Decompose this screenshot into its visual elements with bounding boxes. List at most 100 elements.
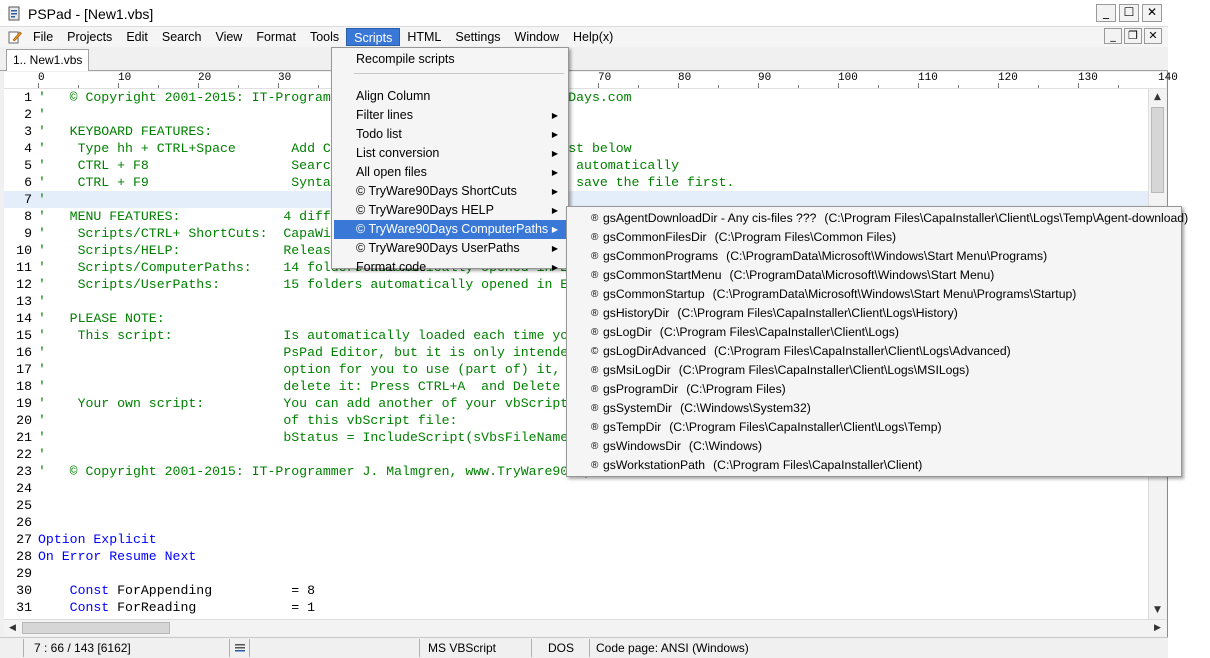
comment-token: ' of this vbScript file: — [38, 413, 458, 428]
code-line[interactable]: 25 — [4, 497, 1148, 514]
code-line[interactable]: 30 Const ForAppending = 8 — [4, 582, 1148, 599]
menu-settings[interactable]: Settings — [448, 28, 507, 46]
tab-new1-vbs[interactable]: 1.. New1.vbs — [6, 49, 90, 71]
scroll-right-arrow-icon[interactable]: ▶ — [1149, 620, 1166, 636]
code-line[interactable]: 6' CTRL + F9 Syntax check of the file - … — [4, 174, 1148, 191]
scroll-up-arrow-icon[interactable]: ▲ — [1149, 89, 1166, 106]
document-minimize-button[interactable]: _ — [1104, 28, 1122, 44]
ruler-tick — [998, 83, 999, 88]
ruler-tick — [638, 85, 639, 88]
menu-view[interactable]: View — [208, 28, 249, 46]
status-list-icon[interactable] — [232, 639, 250, 657]
ruler-tick — [278, 83, 279, 88]
computerpath-menu-item[interactable]: ® gsCommonPrograms (C:\ProgramData\Microso… — [569, 247, 1179, 266]
menu-tools[interactable]: Tools — [303, 28, 346, 46]
line-number: 7 — [24, 192, 32, 207]
scripts-menu-item[interactable]: © TryWare90Days ShortCuts ▶ — [334, 182, 566, 201]
line-number: 27 — [16, 532, 32, 547]
computerpath-menu-item[interactable]: ® gsProgramDir (C:\Program Files) — [569, 380, 1179, 399]
ruler-tick — [1118, 85, 1119, 88]
code-line[interactable]: 26 — [4, 514, 1148, 531]
line-number: 9 — [24, 226, 32, 241]
horizontal-scroll-thumb[interactable] — [22, 622, 170, 634]
menu-file[interactable]: File — [26, 28, 60, 46]
scroll-left-arrow-icon[interactable]: ◀ — [4, 620, 21, 636]
computerpath-menu-item[interactable]: ® gsCommonStartup (C:\ProgramData\Microsof… — [569, 285, 1179, 304]
menu-html[interactable]: HTML — [400, 28, 448, 46]
computerpath-menu-item[interactable]: ® gsWindowsDir (C:\Windows) — [569, 437, 1179, 456]
menu-window[interactable]: Window — [508, 28, 566, 46]
code-line[interactable]: 3 ' KEYBOARD FEATURES: — [4, 123, 1148, 140]
code-text: ' bStatus = IncludeScript(sVbsFileName) — [38, 429, 576, 446]
maximize-button[interactable]: ☐ — [1119, 4, 1139, 22]
status-spacer-2 — [252, 639, 420, 657]
path-variable-name: gsHistoryDir — [603, 306, 670, 320]
menu-format[interactable]: Format — [249, 28, 303, 46]
horizontal-scrollbar[interactable]: ◀ ▶ — [4, 619, 1166, 636]
menu-search[interactable]: Search — [155, 28, 209, 46]
code-line[interactable]: 29 — [4, 565, 1148, 582]
scripts-menu-item[interactable]: All open files ▶ — [334, 163, 566, 182]
code-line[interactable]: 5' CTRL + F8 Search CapaWiki - it will b… — [4, 157, 1148, 174]
scripts-menu-item[interactable]: Recompile scripts — [334, 50, 566, 69]
scripts-menu-item[interactable]: © TryWare90Days UserPaths ▶ — [334, 239, 566, 258]
submenu-arrow-icon: ▶ — [551, 187, 558, 196]
menu-edit[interactable]: Edit — [119, 28, 155, 46]
code-line[interactable]: 28 On Error Resume Next — [4, 548, 1148, 565]
title-bar[interactable]: PSPad - [New1.vbs] _ ☐ ✕ — [0, 0, 1168, 27]
code-line[interactable]: 27 Option Explicit — [4, 531, 1148, 548]
ruler-tick — [118, 83, 119, 88]
ruler-tick — [958, 85, 959, 88]
scripts-menu-item[interactable]: Filter lines ▶ — [334, 106, 566, 125]
computerpath-menu-item[interactable]: ® gsCommonFilesDir (C:\Program Files\Commo… — [569, 228, 1179, 247]
code-line[interactable]: 31 Const ForReading = 1 — [4, 599, 1148, 616]
code-line[interactable]: 24 — [4, 480, 1148, 497]
close-button[interactable]: ✕ — [1142, 4, 1162, 22]
vertical-scroll-thumb[interactable] — [1151, 107, 1164, 193]
submenu-arrow-icon: ▶ — [551, 149, 558, 158]
submenu-arrow-icon: ▶ — [551, 263, 558, 272]
document-edit-icon[interactable] — [8, 30, 22, 44]
code-line[interactable]: 2 ' — [4, 106, 1148, 123]
menu-item-label: Align Column — [356, 89, 431, 103]
ruler-label: 30 — [278, 72, 292, 84]
scroll-down-arrow-icon[interactable]: ▼ — [1149, 602, 1166, 619]
scripts-menu-item[interactable]: Align Column — [334, 87, 566, 106]
computerpath-menu-item[interactable]: ® gsMsiLogDir (C:\Program Files\CapaInstal… — [569, 361, 1179, 380]
code-line[interactable]: 4' Type hh + CTRL+Space Add CapaWiki hyp… — [4, 140, 1148, 157]
ruler-label: 130 — [1078, 72, 1098, 84]
ruler-tick — [878, 85, 879, 88]
computerpath-menu-item[interactable]: ® gsAgentDownloadDir - Any cis-files ??? (… — [569, 209, 1188, 228]
document-restore-button[interactable]: ❐ — [1124, 28, 1142, 44]
comment-token: ' KEYBOARD FEATURES: — [38, 124, 213, 139]
registered-mark-icon: © — [591, 346, 599, 357]
computerpath-menu-item[interactable]: ® gsSystemDir (C:\Windows\System32) — [569, 399, 1179, 418]
computerpath-menu-item[interactable]: ® gsTempDir (C:\Program Files\CapaInstalle… — [569, 418, 1179, 437]
computerpath-menu-item[interactable]: ® gsWorkstationPath (C:\Program Files\Capa… — [569, 456, 1179, 475]
menu-projects[interactable]: Projects — [60, 28, 119, 46]
document-close-button[interactable]: ✕ — [1144, 28, 1162, 44]
scripts-menu-item[interactable]: © TryWare90Days ComputerPaths ▶ — [334, 220, 566, 239]
scripts-menu-item[interactable]: List conversion ▶ — [334, 144, 566, 163]
status-codepage[interactable]: Code page: ANSI (Windows) — [592, 639, 1166, 657]
registered-mark-icon: ® — [591, 308, 599, 319]
computerpath-menu-item[interactable]: ® gsCommonStartMenu (C:\ProgramData\Micros… — [569, 266, 1179, 285]
computerpath-menu-item[interactable]: ® gsHistoryDir (C:\Program Files\CapaInsta… — [569, 304, 1179, 323]
minimize-button[interactable]: _ — [1096, 4, 1116, 22]
registered-mark-icon: ® — [591, 289, 599, 300]
path-value: (C:\Program Files\CapaInstaller\Client\L… — [659, 325, 899, 339]
scripts-menu-item[interactable]: Format code ▶ — [334, 258, 566, 277]
computerpath-menu-item[interactable]: © gsLogDirAdvanced (C:\Program Files\CapaI… — [569, 342, 1179, 361]
ruler-tick — [158, 85, 159, 88]
code-line[interactable]: 1 ' © Copyright 2001-2015: IT-Programmer … — [4, 89, 1148, 106]
registered-mark-icon: ® — [591, 232, 599, 243]
scripts-menu-item[interactable]: Todo list ▶ — [334, 125, 566, 144]
status-syntax[interactable]: MS VBScript — [422, 639, 532, 657]
status-line-endings[interactable]: DOS — [534, 639, 590, 657]
menu-scripts[interactable]: Scripts — [346, 28, 401, 46]
menu-help[interactable]: Help(x) — [566, 28, 620, 46]
computerpath-menu-item[interactable]: ® gsLogDir (C:\Program Files\CapaInstaller… — [569, 323, 1179, 342]
menu-item-label: © TryWare90Days HELP — [356, 203, 494, 217]
scripts-menu-item[interactable]: © TryWare90Days HELP ▶ — [334, 201, 566, 220]
status-spacer — [4, 639, 24, 657]
